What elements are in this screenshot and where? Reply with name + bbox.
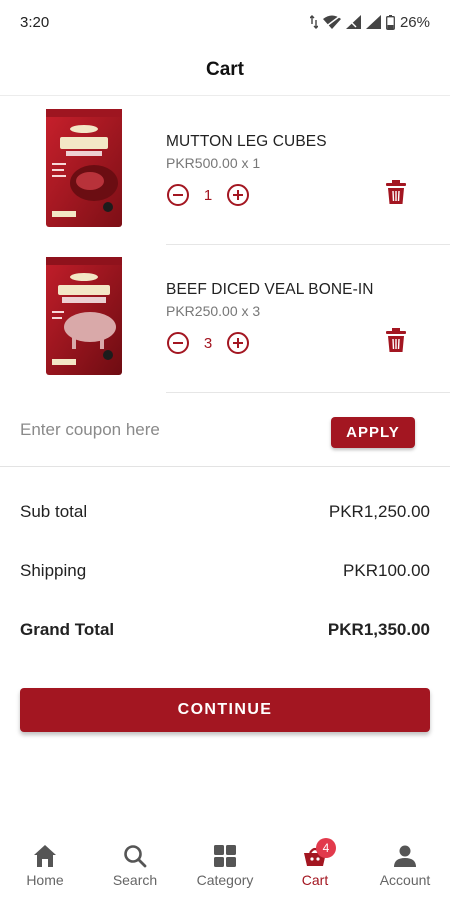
cart-icon: 4 (301, 838, 336, 870)
quantity-stepper: 1 (166, 182, 250, 208)
app-bar: Cart (0, 44, 450, 96)
plus-circle-icon[interactable] (226, 331, 250, 355)
wifi-icon (322, 15, 341, 29)
coupon-row: APPLY (0, 393, 450, 467)
product-name: MUTTON LEG CUBES (166, 133, 327, 150)
shipping-value: PKR100.00 (343, 561, 430, 580)
grand-total-label: Grand Total (20, 620, 115, 639)
person-icon (391, 842, 419, 870)
signal-icon (345, 15, 361, 29)
minus-circle-icon[interactable] (166, 183, 190, 207)
beef-package-image (46, 257, 122, 375)
product-price: PKR500.00 x 1 (166, 155, 261, 171)
nav-label: Account (379, 872, 431, 888)
coupon-input[interactable] (20, 415, 310, 445)
search-icon (121, 842, 149, 870)
subtotal-label: Sub total (20, 502, 88, 521)
continue-button[interactable]: CONTINUE (20, 688, 430, 732)
bottom-nav: Home Search Category 4 Cart Account (0, 836, 450, 900)
cart-count-badge: 4 (316, 838, 336, 858)
nav-label: Category (196, 872, 254, 888)
signal-icon (365, 15, 381, 29)
product-price: PKR250.00 x 3 (166, 303, 261, 319)
grand-total-row: Grand Total PKR1,350.00 (20, 618, 430, 642)
grid-icon (211, 842, 239, 870)
nav-label: Home (26, 872, 64, 888)
nav-item-search[interactable]: Search (90, 836, 180, 900)
apply-button[interactable]: APPLY (331, 417, 415, 448)
nav-item-account[interactable]: Account (360, 836, 450, 900)
status-bar: 3:20 26% (0, 0, 450, 44)
cart-item: MUTTON LEG CUBES PKR500.00 x 1 1 (0, 97, 450, 245)
status-time: 3:20 (20, 13, 50, 31)
grand-total-value: PKR1,350.00 (327, 620, 430, 639)
mutton-package-image (46, 109, 122, 227)
nav-label: Search (112, 872, 158, 888)
subtotal-row: Sub total PKR1,250.00 (20, 500, 430, 524)
subtotal-value: PKR1,250.00 (328, 502, 430, 521)
product-name: BEEF DICED VEAL BONE-IN (166, 281, 374, 298)
nav-item-category[interactable]: Category (180, 836, 270, 900)
nav-item-cart[interactable]: 4 Cart (270, 836, 360, 900)
battery-percent: 26% (399, 13, 430, 31)
trash-icon[interactable] (384, 179, 408, 205)
quantity-value: 1 (203, 186, 213, 204)
quantity-value: 3 (203, 334, 213, 352)
trash-icon[interactable] (384, 327, 408, 353)
status-icons: 26% (309, 13, 430, 31)
shipping-row: Shipping PKR100.00 (20, 559, 430, 583)
nav-label: Cart (301, 872, 329, 888)
plus-circle-icon[interactable] (226, 183, 250, 207)
home-icon (31, 842, 59, 870)
battery-icon (386, 14, 395, 30)
page-title: Cart (205, 58, 244, 80)
nav-item-home[interactable]: Home (0, 836, 90, 900)
cart-item: BEEF DICED VEAL BONE-IN PKR250.00 x 3 3 (0, 245, 450, 393)
quantity-stepper: 3 (166, 330, 250, 356)
minus-circle-icon[interactable] (166, 331, 190, 355)
data-arrows-icon (309, 15, 318, 29)
shipping-label: Shipping (20, 561, 87, 580)
